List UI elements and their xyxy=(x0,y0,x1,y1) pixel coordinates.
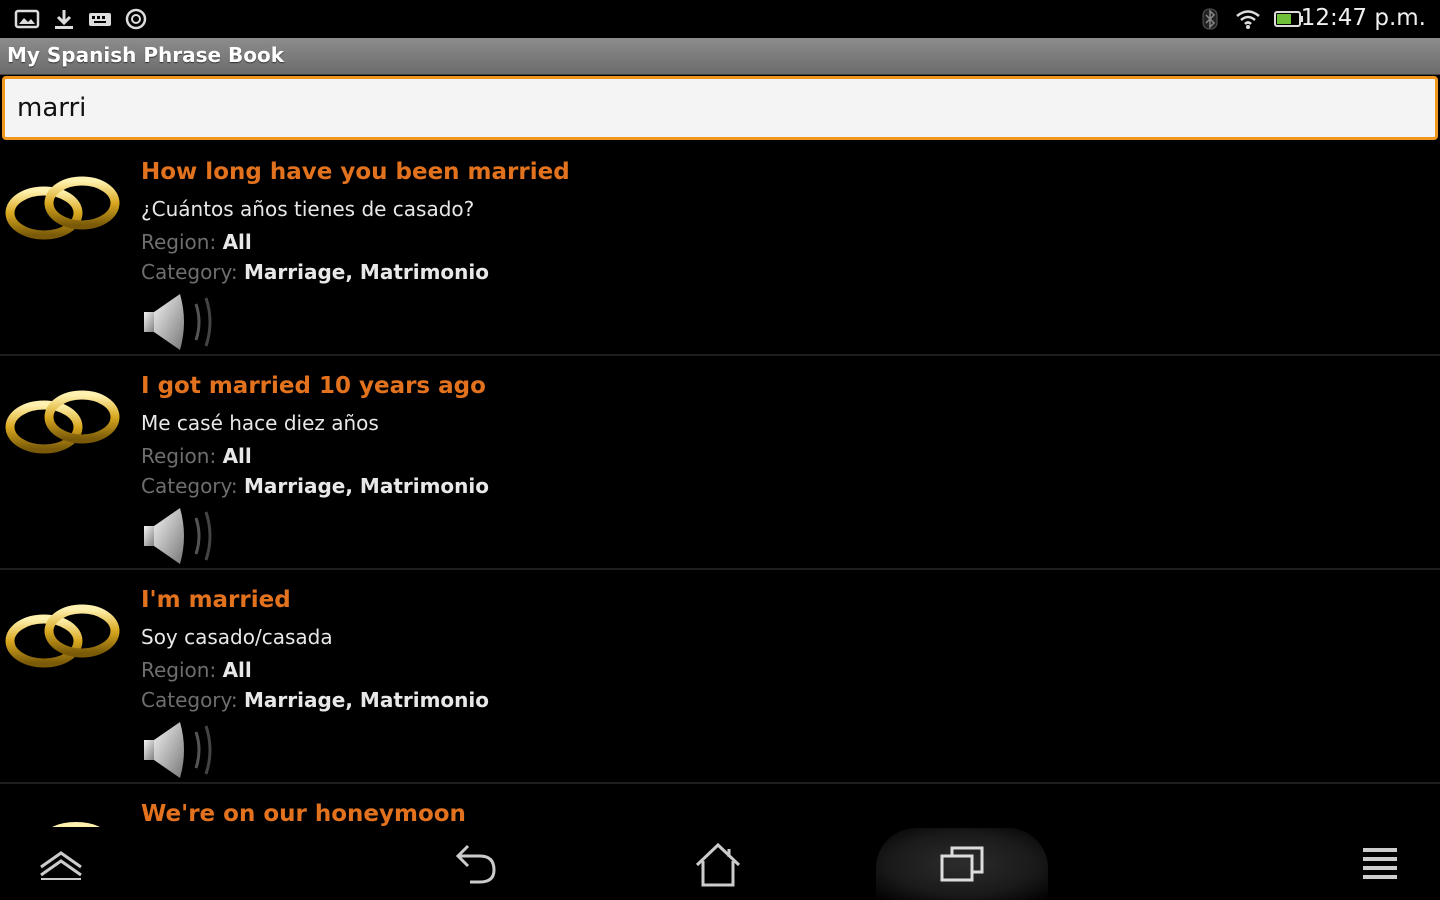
region-label: Region: xyxy=(141,230,217,254)
category-label: Category: xyxy=(141,474,238,498)
phrase-english: I'm married xyxy=(141,587,291,613)
phrase-list: How long have you been married ¿Cuántos … xyxy=(0,142,1440,827)
recent-apps-button[interactable] xyxy=(920,828,1004,900)
search-input[interactable] xyxy=(15,85,1419,131)
category-label: Category: xyxy=(141,260,238,284)
keyboard-icon xyxy=(89,13,111,26)
wedding-rings-icon xyxy=(52,822,100,827)
search-box xyxy=(2,76,1438,140)
wedding-rings-icon xyxy=(5,604,120,668)
list-item[interactable]: I got married 10 years ago Me casé hace … xyxy=(0,356,1440,570)
home-button[interactable] xyxy=(676,828,760,900)
list-item[interactable]: I'm married Soy casado/casada Region: Al… xyxy=(0,570,1440,784)
phrase-category: Category: Marriage, Matrimonio xyxy=(141,260,489,284)
speaker-icon[interactable] xyxy=(140,504,216,568)
download-icon xyxy=(55,10,73,29)
home-icon xyxy=(695,842,741,887)
menu-icon xyxy=(1363,848,1397,879)
wedding-rings-icon xyxy=(5,390,120,454)
back-button[interactable] xyxy=(436,828,516,900)
app-title-bar: My Spanish Phrase Book xyxy=(0,38,1440,75)
collapse-icon xyxy=(40,851,82,880)
region-label: Region: xyxy=(141,658,217,682)
region-value: All xyxy=(222,658,252,682)
gallery-icon xyxy=(14,9,40,29)
recent-apps-icon xyxy=(940,846,984,882)
menu-button[interactable] xyxy=(1340,828,1420,900)
phrase-english: I got married 10 years ago xyxy=(141,373,486,399)
region-value: All xyxy=(222,444,252,468)
speaker-icon[interactable] xyxy=(140,718,216,782)
category-value: Marriage, Matrimonio xyxy=(244,474,490,498)
wifi-icon xyxy=(1236,10,1260,29)
phrase-region: Region: All xyxy=(141,658,252,682)
bluetooth-icon xyxy=(1202,8,1218,30)
sync-icon xyxy=(125,8,147,30)
phrase-category: Category: Marriage, Matrimonio xyxy=(141,474,489,498)
phrase-spanish: Soy casado/casada xyxy=(141,625,333,649)
status-bar: 12:47 p.m. xyxy=(0,0,1440,38)
app-title: My Spanish Phrase Book xyxy=(7,43,285,67)
phrase-english: How long have you been married xyxy=(141,159,570,185)
phrase-category: Category: Marriage, Matrimonio xyxy=(141,688,489,712)
phrase-region: Region: All xyxy=(141,230,252,254)
region-value: All xyxy=(222,230,252,254)
phrase-spanish: Me casé hace diez años xyxy=(141,411,379,435)
region-label: Region: xyxy=(141,444,217,468)
phrase-english: We're on our honeymoon xyxy=(141,801,466,827)
list-item[interactable]: How long have you been married ¿Cuántos … xyxy=(0,142,1440,356)
phrase-spanish: ¿Cuántos años tienes de casado? xyxy=(141,197,475,221)
category-label: Category: xyxy=(141,688,238,712)
clock: 12:47 p.m. xyxy=(1300,5,1426,31)
collapse-button[interactable] xyxy=(20,828,102,900)
category-value: Marriage, Matrimonio xyxy=(244,260,490,284)
back-icon xyxy=(455,844,496,884)
category-value: Marriage, Matrimonio xyxy=(244,688,490,712)
phrase-region: Region: All xyxy=(141,444,252,468)
speaker-icon[interactable] xyxy=(140,290,216,354)
list-item[interactable]: We're on our honeymoon xyxy=(0,784,1440,827)
wedding-rings-icon xyxy=(5,176,120,240)
navigation-bar xyxy=(0,828,1440,900)
